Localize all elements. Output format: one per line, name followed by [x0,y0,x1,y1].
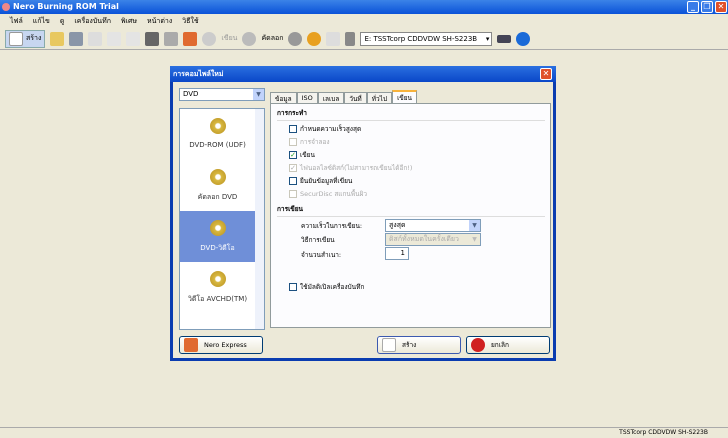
method-select[interactable]: ดิสก์ทั้งหมดในครั้งเดียว ▼ [385,233,481,246]
dvd-rom-icon [209,118,226,134]
menu-edit[interactable]: แก้ไข [33,14,50,28]
save-icon[interactable] [69,31,84,46]
drive-icon [345,31,356,46]
new-doc-icon [382,338,396,352]
burn-button[interactable]: เขียน [221,30,237,48]
tab-date[interactable]: วันที่ [344,92,367,103]
restore-button[interactable]: ❐ [701,1,713,13]
paste-icon[interactable] [126,31,141,46]
title-bar: Nero Burning ROM Trial _ ❐ ✕ [0,0,728,14]
eject-icon[interactable] [307,31,322,46]
project-item[interactable]: DVD-ROM (UDF) [180,109,264,160]
finalize-checkbox[interactable]: ✓ ไฟนอลไลซ์ดิสก์(ไม่สามารถเขียนได้อีก!) [289,163,412,173]
menu-extras[interactable]: พิเศษ [121,14,137,28]
speed-select[interactable]: สูงสุด ▼ [385,219,481,232]
dialog-close-button[interactable]: ✕ [540,68,552,80]
cover-designer-icon[interactable] [164,31,179,46]
menu-bar: ไฟล์ แก้ไข ดู เครื่องบันทึก พิเศษ หน้าต่… [0,14,728,28]
new-compilation-dialog: การคอมไพล์ใหม่ ✕ DVD ▼ DVD-ROM (UDF) คัดล… [170,66,556,361]
drive-settings-icon[interactable] [497,34,512,43]
disc-type-select[interactable]: DVD ▼ [179,88,265,101]
project-item[interactable]: คัดลอก DVD [180,160,264,211]
new-label: สร้าง [26,34,42,42]
disc-copy-icon [242,31,257,46]
action-section: การกระทำ [277,108,545,121]
globe-icon[interactable] [202,31,217,46]
avchd-icon [209,271,226,287]
cancel-icon [471,338,485,352]
project-list-scrollbar[interactable] [255,109,264,329]
minimize-button[interactable]: _ [687,1,699,13]
max-speed-checkbox[interactable]: กำหนดความเร็วสูงสุด [289,124,361,134]
simulate-checkbox[interactable]: การจำลอง [289,137,330,147]
dialog-title: การคอมไพล์ใหม่ [170,66,556,82]
copy-icon[interactable] [107,31,122,46]
tab-data[interactable]: ข้อมูล [270,92,297,103]
menu-help[interactable]: วิธีใช้ [182,14,198,28]
status-drive: TSSTcorp CDDVDW SH-S223B [619,429,708,436]
write-checkbox[interactable]: ✓ เขียน [289,150,315,160]
verify-checkbox[interactable]: ยืนยันข้อมูลที่เขียน [289,176,352,186]
copies-input[interactable]: 1 [385,247,409,260]
drive-select[interactable]: E: TSSTcorp CDDVDW SH-S223B ▾ [360,31,493,46]
nero-express-icon [184,338,198,352]
nero-express-icon[interactable] [183,31,198,46]
tab-label[interactable]: เลเบล [317,92,345,103]
erase-icon[interactable] [326,31,341,46]
status-bar: TSSTcorp CDDVDW SH-S223B [0,427,728,437]
new-button[interactable]: สร้าง [5,29,46,48]
close-button[interactable]: ✕ [715,1,727,13]
menu-recorder[interactable]: เครื่องบันทึก [74,14,111,28]
tab-iso[interactable]: ISO [296,92,318,103]
menu-window[interactable]: หน้าต่าง [147,14,172,28]
burn-panel: การกระทำ กำหนดความเร็วสูงสุด การจำลอง ✓ เ… [270,103,551,328]
menu-file[interactable]: ไฟล์ [10,14,23,28]
copies-label: จำนวนสำเนา: [301,251,342,259]
project-list: DVD-ROM (UDF) คัดลอก DVD DVD-วิดีโอ วิดี… [179,108,265,330]
new-doc-icon [9,31,23,46]
nero-express-button[interactable]: Nero Express [179,336,263,354]
new-button[interactable]: สร้าง [377,336,461,354]
disc-info-icon[interactable] [288,31,303,46]
nero-icon [2,3,10,11]
dvd-video-icon [209,220,226,236]
multiple-recorders-checkbox[interactable]: ใช้มัลติเปิลเครื่องบันทึก [289,282,364,292]
open-icon[interactable] [50,31,65,46]
cancel-button[interactable]: ยกเลิก [466,336,550,354]
speed-label: ความเร็วในการเขียน: [301,222,363,230]
toolbar: สร้าง เขียน คัดลอก E: TSSTcorp CDDVDW SH… [0,28,728,50]
write-section: การเขียน [277,204,545,217]
tab-general[interactable]: ทั่วไป [366,92,393,103]
tab-burn[interactable]: เขียน [392,90,417,103]
project-item[interactable]: วิดีโอ AVCHD(TM) [180,262,264,313]
project-item[interactable]: DVD-วิดีโอ [180,211,264,262]
app-title: Nero Burning ROM Trial [13,2,119,11]
menu-view[interactable]: ดู [60,14,65,28]
dvd-copy-icon [209,169,226,185]
securdisc-checkbox[interactable]: SecurDisc สแกนพื้นผิว [289,189,367,199]
tab-bar: ข้อมูล ISO เลเบล วันที่ ทั่วไป เขียน [270,90,417,103]
cut-icon[interactable] [88,31,103,46]
copy-button[interactable]: คัดลอก [261,30,283,48]
method-label: วิธีการเขียน [301,236,335,244]
database-icon[interactable] [145,31,160,46]
info-icon[interactable] [516,31,531,46]
